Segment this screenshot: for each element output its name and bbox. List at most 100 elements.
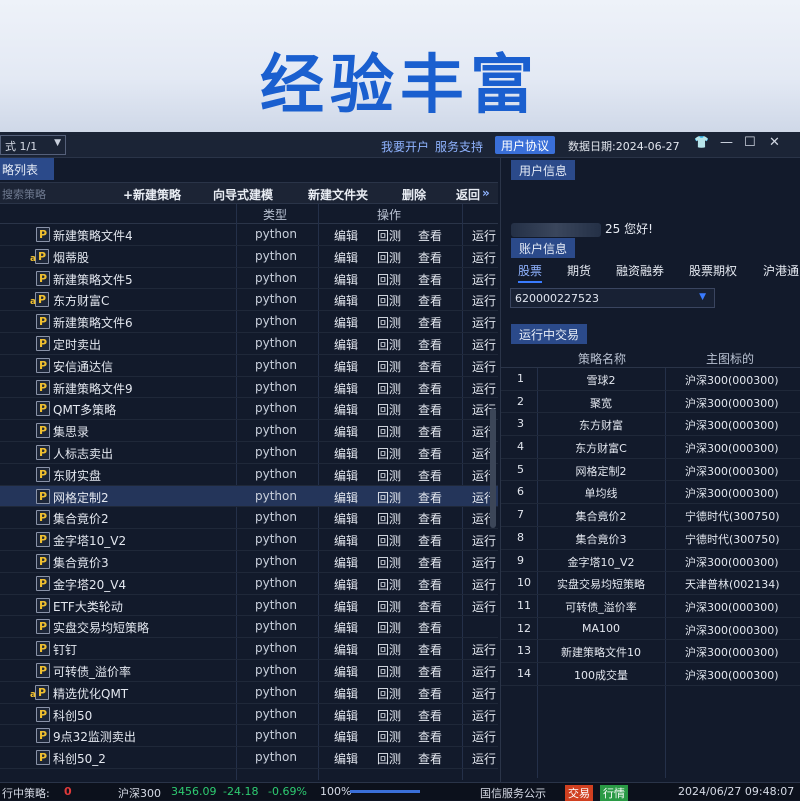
run-button[interactable]: 运行 [472, 314, 496, 331]
table-row[interactable]: 3 东方财富 沪深300(000300) [501, 413, 800, 437]
view-button[interactable]: 查看 [418, 532, 442, 549]
run-button[interactable]: 运行 [472, 576, 496, 593]
run-button[interactable]: 运行 [472, 227, 496, 244]
mode-select[interactable]: 式 1/1 ▼ [0, 135, 66, 155]
backtest-button[interactable]: 回测 [377, 663, 401, 680]
table-row[interactable]: P 金字塔10_V2 python 编辑 回测 查看 运行 [0, 529, 498, 551]
table-row[interactable]: P 安信通达信 python 编辑 回测 查看 运行 [0, 355, 498, 377]
table-row[interactable]: P 集合竟价2 python 编辑 回测 查看 运行 [0, 507, 498, 530]
account-select[interactable]: 620000227523 ▼ [510, 288, 715, 308]
backtest-button[interactable]: 回测 [377, 401, 401, 418]
table-row[interactable]: 11 可转债_溢价率 沪深300(000300) [501, 595, 800, 618]
table-row[interactable]: P 网格定制2 python 编辑 回测 查看 运行 [0, 485, 498, 508]
backtest-button[interactable]: 回测 [377, 554, 401, 571]
edit-button[interactable]: 编辑 [334, 445, 358, 462]
view-button[interactable]: 查看 [418, 358, 442, 375]
view-button[interactable]: 查看 [418, 380, 442, 397]
table-row[interactable]: P 精选优化QMT python 编辑 回测查看 运行 [0, 682, 498, 704]
edit-button[interactable]: 编辑 [334, 532, 358, 549]
backtest-button[interactable]: 回测 [377, 510, 401, 527]
run-button[interactable]: 运行 [472, 336, 496, 353]
run-button[interactable]: 运行 [472, 663, 496, 680]
edit-button[interactable]: 编辑 [334, 554, 358, 571]
table-row[interactable]: P 新建策略文件9 python 编辑 回测 查看 运行 [0, 377, 498, 399]
run-button[interactable]: 运行 [472, 750, 496, 767]
view-button[interactable]: 查看 [418, 271, 442, 288]
run-button[interactable]: 运行 [472, 554, 496, 571]
edit-button[interactable]: 编辑 [334, 271, 358, 288]
backtest-button[interactable]: 回测 [377, 380, 401, 397]
backtest-button[interactable]: 回测 [377, 249, 401, 266]
backtest-button[interactable]: 回测 [377, 336, 401, 353]
table-row[interactable]: 6 单均线 沪深300(000300) [501, 481, 800, 505]
edit-button[interactable]: 编辑 [334, 598, 358, 615]
edit-button[interactable]: 编辑 [334, 576, 358, 593]
table-row[interactable]: P QMT多策略 python 编辑 回测 查看 运行 [0, 398, 498, 421]
view-button[interactable]: 查看 [418, 249, 442, 266]
view-button[interactable]: 查看 [418, 554, 442, 571]
edit-button[interactable]: 编辑 [334, 380, 358, 397]
edit-button[interactable]: 编辑 [334, 619, 358, 636]
backtest-button[interactable]: 回测 [377, 227, 401, 244]
run-button[interactable]: 运行 [472, 728, 496, 745]
edit-button[interactable]: 编辑 [334, 510, 358, 527]
view-button[interactable]: 查看 [418, 314, 442, 331]
table-row[interactable]: P 可转债_溢价率 python 编辑 回测 查看 运行 [0, 660, 498, 682]
table-row[interactable]: P 科创50 python 编辑 回测 查看 运行 [0, 704, 498, 726]
table-row[interactable]: P 新建策略文件6 python 编辑 回测 查看 运行 [0, 311, 498, 333]
backtest-button[interactable]: 回测 [377, 292, 401, 309]
run-button[interactable]: 运行 [472, 358, 496, 375]
backtest-button[interactable]: 回测 [377, 750, 401, 767]
run-button[interactable]: 运行 [472, 685, 496, 702]
view-button[interactable]: 查看 [418, 423, 442, 440]
minimize-icon[interactable]: — [720, 135, 733, 150]
backtest-button[interactable]: 回测 [377, 445, 401, 462]
table-row[interactable]: 4 东方财富C 沪深300(000300) [501, 436, 800, 459]
backtest-button[interactable]: 回测 [377, 532, 401, 549]
run-button[interactable]: 运行 [472, 292, 496, 309]
edit-button[interactable]: 编辑 [334, 685, 358, 702]
table-row[interactable]: P 定时卖出 python 编辑 回测 查看 运行 [0, 333, 498, 355]
table-row[interactable]: P 新建策略文件4 python 编辑 回测 查看 运行 [0, 224, 498, 246]
view-button[interactable]: 查看 [418, 685, 442, 702]
view-button[interactable]: 查看 [418, 707, 442, 724]
scrollbar[interactable] [490, 408, 496, 528]
edit-button[interactable]: 编辑 [334, 641, 358, 658]
view-button[interactable]: 查看 [418, 489, 442, 506]
run-button[interactable]: 运行 [472, 249, 496, 266]
view-button[interactable]: 查看 [418, 576, 442, 593]
more-icon[interactable]: » [482, 186, 490, 200]
table-row[interactable]: 1 雪球2 沪深300(000300) [501, 368, 800, 391]
table-row[interactable]: P 9点32监测卖出 python 编辑 回测 查看 运行 [0, 725, 498, 748]
edit-button[interactable]: 编辑 [334, 227, 358, 244]
table-row[interactable]: P 人标志卖出 python 编辑 回测 查看 运行 [0, 442, 498, 464]
view-button[interactable]: 查看 [418, 663, 442, 680]
quote-button[interactable]: 行情 [600, 785, 628, 801]
table-row[interactable]: P ETF大类轮动 python 编辑 回测 查看 运行 [0, 595, 498, 617]
table-row[interactable]: P 东财实盘 python 编辑 回测 查看 运行 [0, 464, 498, 486]
table-row[interactable]: P 集合竟价3 python 编辑 回测 查看 运行 [0, 551, 498, 573]
tab-options[interactable]: 股票期权 [689, 262, 737, 279]
backtest-button[interactable]: 回测 [377, 423, 401, 440]
backtest-button[interactable]: 回测 [377, 576, 401, 593]
backtest-button[interactable]: 回测 [377, 314, 401, 331]
run-button[interactable]: 运行 [472, 271, 496, 288]
table-row[interactable]: P 烟蒂股 python 编辑 回测查看 运行 [0, 246, 498, 268]
view-button[interactable]: 查看 [418, 619, 442, 636]
run-button[interactable]: 运行 [472, 532, 496, 549]
close-icon[interactable]: ✕ [769, 135, 780, 150]
backtest-button[interactable]: 回测 [377, 489, 401, 506]
new-strategy-button[interactable]: +新建策略 [123, 186, 181, 203]
skin-icon[interactable]: 👕 [694, 135, 709, 149]
table-row[interactable]: 14 100成交量 沪深300(000300) [501, 663, 800, 686]
table-row[interactable]: P 钉钉 python 编辑 回测 查看 运行 [0, 638, 498, 660]
backtest-button[interactable]: 回测 [377, 685, 401, 702]
tab-stock[interactable]: 股票 [518, 262, 543, 283]
view-button[interactable]: 查看 [418, 641, 442, 658]
backtest-button[interactable]: 回测 [377, 641, 401, 658]
table-row[interactable]: P 金字塔20_V4 python 编辑 回测 查看 运行 [0, 573, 498, 595]
edit-button[interactable]: 编辑 [334, 292, 358, 309]
view-button[interactable]: 查看 [418, 510, 442, 527]
open-account-link[interactable]: 我要开户 [381, 138, 429, 155]
table-row[interactable]: 9 金字塔10_V2 沪深300(000300) [501, 550, 800, 573]
